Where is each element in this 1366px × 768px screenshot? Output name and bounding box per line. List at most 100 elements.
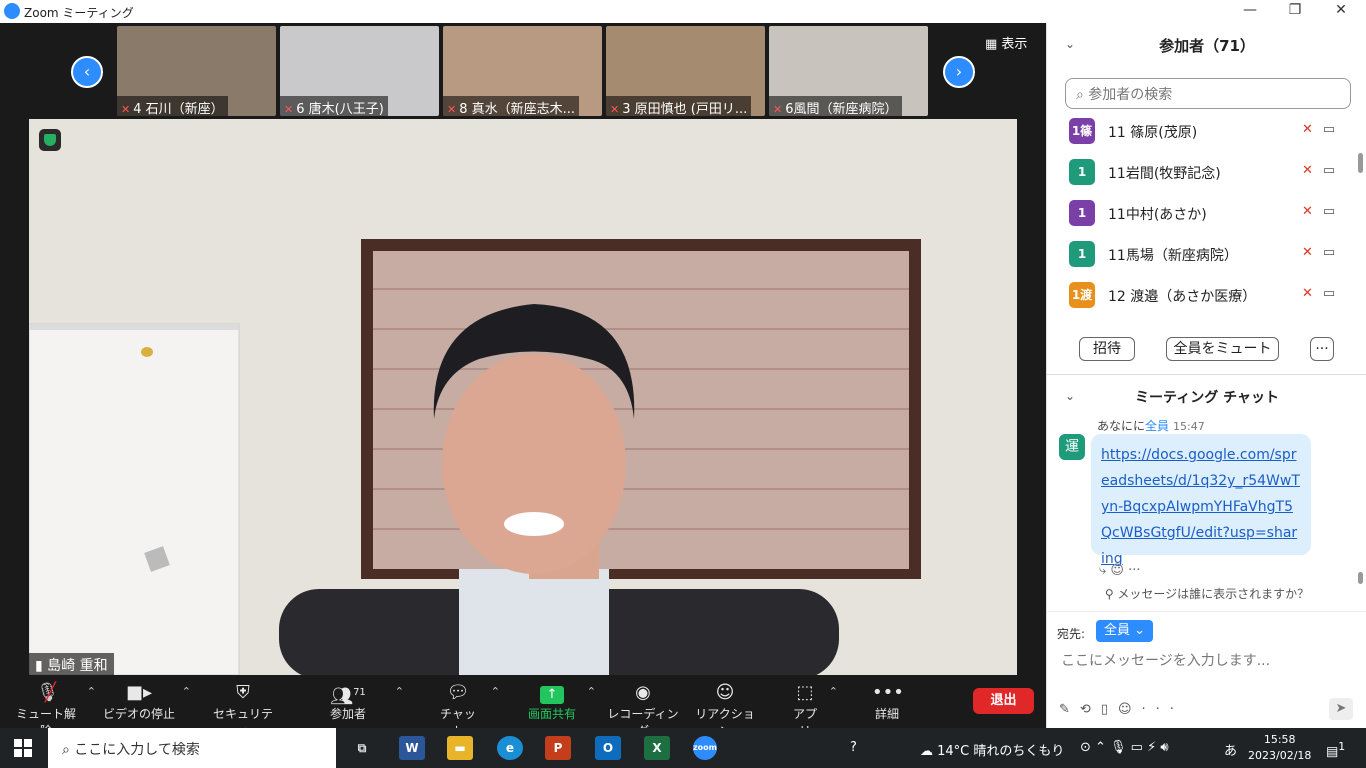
mic-muted-icon: ✕ [773,103,783,116]
edge-browser-icon[interactable]: e [497,736,523,760]
chat-scrollbar[interactable] [1358,572,1363,584]
share-screen-button[interactable]: ↑ 画面共有 ⌃ [524,681,596,722]
participant-search-input[interactable]: ⌕ 参加者の検索 [1065,78,1351,109]
video-off-icon[interactable]: ▭ [1323,245,1335,260]
more-dots-icon[interactable]: ··· [1142,702,1184,717]
participant-thumbnail[interactable]: ✕ 6風間（新座病院） [769,26,928,116]
participants-scrollbar[interactable] [1358,153,1363,173]
chevron-up-icon[interactable]: ⌃ [587,685,596,698]
ime-indicator[interactable]: あ [1224,740,1237,759]
chevron-up-icon[interactable]: ⌃ [829,685,838,698]
chevron-up-icon[interactable]: ⌃ [395,685,404,698]
chat-sender: あなにに全員 15:47 [1097,419,1205,433]
participant-thumbnail[interactable]: ✕ 8 真水（新座志木... [443,26,602,116]
participant-avatar: 1篠 [1069,118,1095,144]
chat-message-input[interactable]: ここにメッセージを入力します... [1061,650,1270,670]
recipient-select[interactable]: 全員 ⌄ [1096,620,1154,642]
mute-all-button[interactable]: 全員をミュート [1166,337,1279,361]
participant-row[interactable]: 1 11中村(あさか) ✕ ▭ [1069,196,1349,228]
participant-avatar: 1 [1069,200,1095,226]
excel-app-icon[interactable]: X [644,736,670,760]
thumbnail-name: ✕ 4 石川（新座） [117,96,228,116]
thumbnail-name: ✕ 8 真水（新座志木... [443,96,580,116]
participant-status: ✕ ▭ [1302,286,1335,301]
more-button[interactable]: ••• 詳細 [872,681,904,722]
chevron-right-icon: › [955,62,963,81]
mic-muted-icon[interactable]: ✕ [1302,122,1313,137]
participant-thumbnail[interactable]: ✕ 4 石川（新座） [117,26,276,116]
outlook-app-icon[interactable]: O [595,736,621,760]
message-actions: ⤷ ☺ ··· [1099,563,1141,578]
help-icon[interactable]: ? [850,740,857,755]
stop-video-button[interactable]: ■▸ ビデオの停止 ⌃ [103,681,191,722]
screenshot-icon[interactable]: ⟲ [1080,702,1101,717]
encryption-shield-icon[interactable] [39,129,61,151]
emoji-icon[interactable]: ☺ [1110,563,1128,578]
taskbar-search-input[interactable]: ⌕ ここに入力して検索 [48,728,336,768]
file-icon[interactable]: ▯ [1101,702,1118,717]
gallery-next-button[interactable]: › [943,56,975,88]
gallery-prev-button[interactable]: ‹ [71,56,103,88]
video-off-icon[interactable]: ▭ [1323,286,1335,301]
participants-button[interactable]: 👥︎71 参加者 ⌃ [324,681,404,722]
thumbnail-name: ✕ 3 原田慎也 (戸田リ... [606,96,752,116]
apps-icon: ⬚ [796,682,814,703]
search-icon: ⌕ [1076,87,1089,103]
participant-name: 12 渡邉（あさか医療） [1108,289,1257,305]
recipient-label: 宛先: [1057,627,1086,641]
participant-row[interactable]: 1篠 11 篠原(茂原) ✕ ▭ [1069,114,1349,146]
chat-composer: 宛先: 全員 ⌄ ここにメッセージを入力します... ✎⟲▯☺··· ➤ [1047,611,1366,728]
taskbar-clock[interactable]: 15:58 2023/02/18 [1248,732,1311,764]
word-app-icon[interactable]: W [399,736,425,760]
minimize-button[interactable]: — [1240,2,1260,18]
participants-more-button[interactable]: ··· [1310,337,1334,361]
participant-status: ✕ ▭ [1302,163,1335,178]
weather-widget[interactable]: ☁ 14°C 晴れのちくもり [920,740,1064,759]
mic-muted-icon[interactable]: ✕ [1302,204,1313,219]
video-off-icon[interactable]: ▭ [1323,122,1335,137]
leave-button[interactable]: 退出 [973,688,1034,714]
chat-message-link[interactable]: https://docs.google.com/spreadsheets/d/1… [1091,434,1311,567]
mic-muted-icon[interactable]: ✕ [1302,286,1313,301]
participant-thumbnail[interactable]: ✕ 3 原田慎也 (戸田リ... [606,26,765,116]
maximize-button[interactable]: ❐ [1285,2,1305,18]
send-button[interactable]: ➤ [1329,698,1353,720]
signal-bars-icon: ▮ [35,658,48,674]
participant-row[interactable]: 1 11馬場（新座病院） ✕ ▭ [1069,237,1349,269]
title-bar: Zoom ミーティング — ❐ ✕ [0,0,1366,23]
mic-muted-icon[interactable]: ✕ [1302,245,1313,260]
participant-avatar: 1 [1069,241,1095,267]
windows-start-icon[interactable] [14,739,32,757]
windows-taskbar: ⌕ ここに入力して検索 ⧉ W ▬ e P O X zoom ? ☁ 14°C … [0,728,1366,768]
invite-button[interactable]: 招待 [1079,337,1135,361]
grid-icon: ▦ [985,37,1002,52]
more-dots-icon[interactable]: ··· [1128,563,1140,578]
chevron-up-icon[interactable]: ⌃ [491,685,500,698]
view-button[interactable]: ▦ 表示 [985,33,1027,52]
participant-name: 11 篠原(茂原) [1108,125,1198,141]
chevron-up-icon[interactable]: ⌃ [182,685,191,698]
participant-row[interactable]: 1 11岩間(牧野記念) ✕ ▭ [1069,155,1349,187]
zoom-logo-icon [4,3,20,19]
search-icon: ⌕ [62,742,75,758]
emoji-icon[interactable]: ☺ [1118,702,1142,717]
video-off-icon[interactable]: ▭ [1323,204,1335,219]
smiley-plus-icon: ☺ [715,682,735,703]
participants-title: 参加者（71） [1159,37,1255,55]
chevron-up-icon[interactable]: ⌃ [87,685,96,698]
notification-icon[interactable]: ▤1 [1326,740,1345,759]
mic-muted-icon[interactable]: ✕ [1302,163,1313,178]
who-can-see-link[interactable]: ⚲ メッセージは誰に表示されますか？ [1047,585,1366,602]
task-view-icon[interactable]: ⧉ [349,736,375,760]
system-tray-icons[interactable]: ⊙ ⌃ 🎙︎ ▭ ⚡ 🔊︎ [1080,740,1169,755]
reply-icon[interactable]: ⤷ [1099,563,1110,578]
participant-thumbnail[interactable]: ✕ 6 唐木(八王子) [280,26,439,116]
file-explorer-icon[interactable]: ▬ [447,736,473,760]
format-icon[interactable]: ✎ [1059,702,1080,717]
zoom-app-icon[interactable]: zoom [693,736,717,760]
participant-row[interactable]: 1渡 12 渡邉（あさか医療） ✕ ▭ [1069,278,1349,310]
video-off-icon[interactable]: ▭ [1323,163,1335,178]
powerpoint-app-icon[interactable]: P [545,736,571,760]
participant-name: 11岩間(牧野記念) [1108,166,1221,182]
close-button[interactable]: ✕ [1331,2,1351,18]
